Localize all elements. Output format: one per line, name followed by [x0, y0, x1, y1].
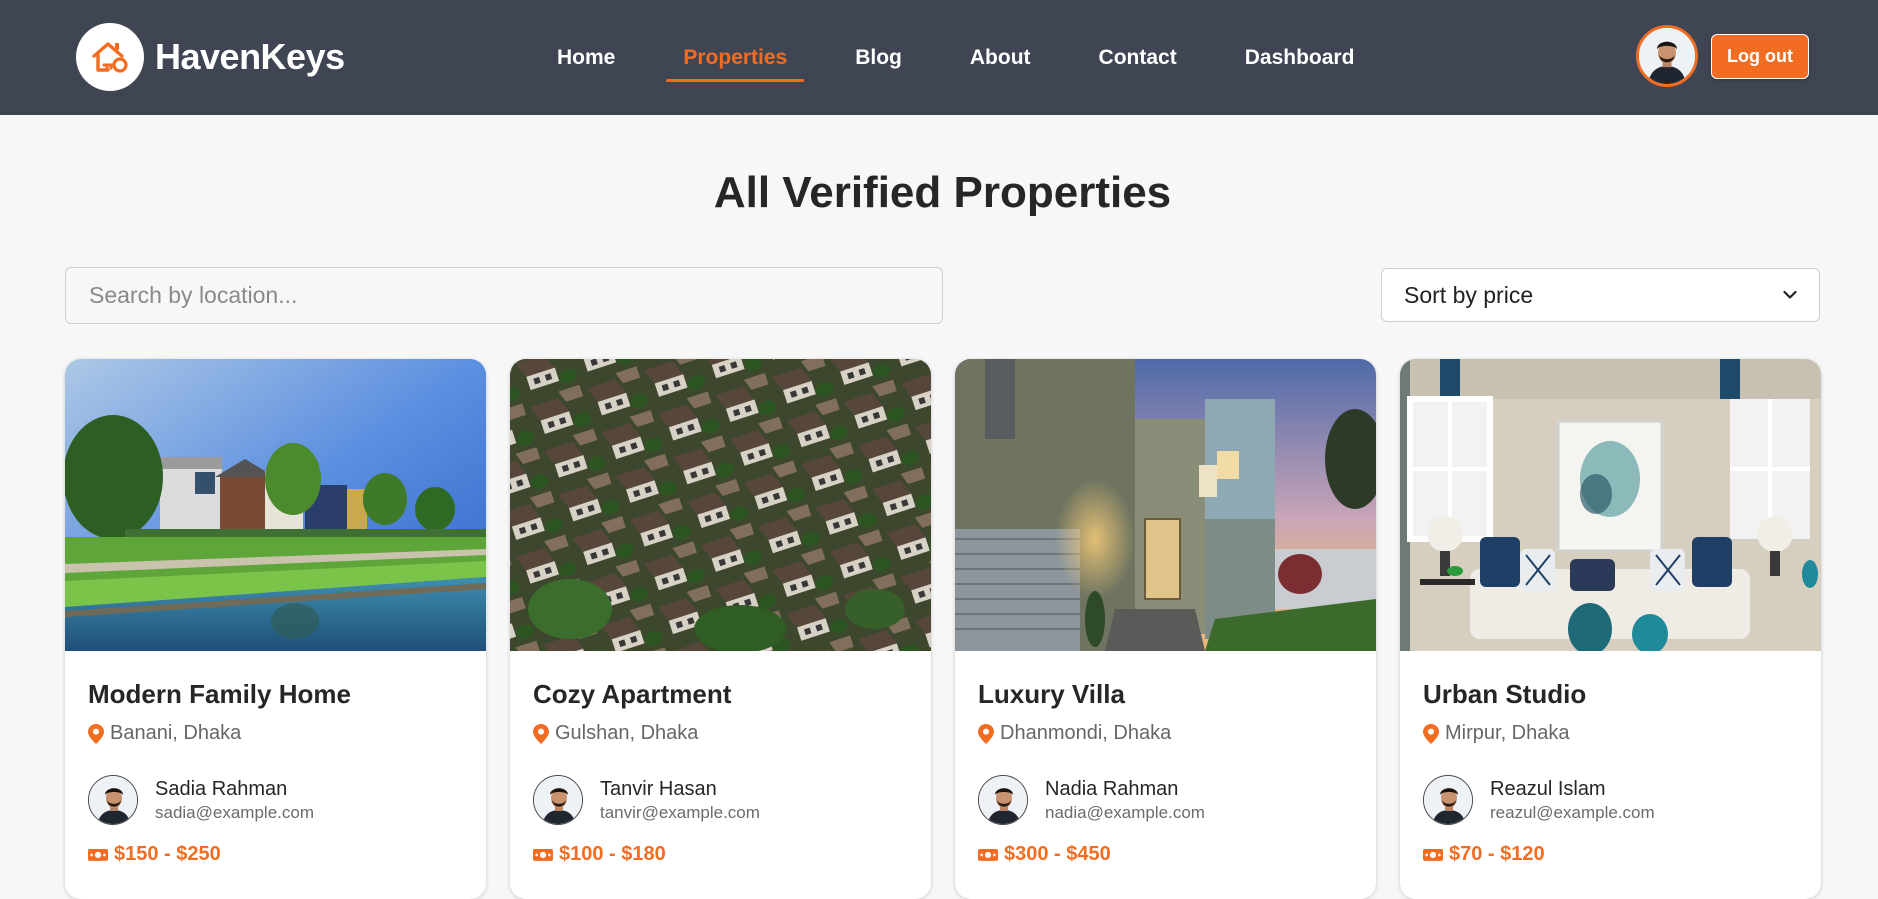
property-image [510, 359, 931, 651]
agent-avatar [88, 775, 138, 825]
cash-icon [533, 847, 553, 862]
agent-name: Sadia Rahman [155, 778, 288, 800]
property-location: Gulshan, Dhaka [533, 722, 698, 745]
property-title: Modern Family Home [88, 679, 351, 709]
price-range: $150 - $250 [88, 843, 221, 866]
nav-link-about[interactable]: About [953, 0, 1048, 115]
location-text: Mirpur, Dhaka [1445, 722, 1570, 744]
property-image [1400, 359, 1821, 651]
user-avatar[interactable] [1636, 25, 1698, 87]
property-card[interactable]: Luxury Villa Dhanmondi, Dhaka Nadia Rahm… [955, 359, 1376, 899]
chevron-down-icon [1783, 290, 1797, 299]
property-card[interactable]: Urban Studio Mirpur, Dhaka Reazul Islam … [1400, 359, 1821, 899]
logout-button[interactable]: Log out [1711, 34, 1809, 79]
property-card[interactable]: Modern Family Home Banani, Dhaka Sadia R… [65, 359, 486, 899]
price-range: $70 - $120 [1423, 843, 1545, 866]
price-range: $100 - $180 [533, 843, 666, 866]
agent-avatar [533, 775, 583, 825]
location-pin-icon [978, 724, 994, 744]
house-key-icon [76, 23, 144, 91]
agent-email: nadia@example.com [1045, 803, 1205, 822]
price-text: $70 - $120 [1449, 843, 1545, 865]
property-image [955, 359, 1376, 651]
nav-link-blog[interactable]: Blog [838, 0, 919, 115]
location-text: Banani, Dhaka [110, 722, 242, 744]
agent-avatar [978, 775, 1028, 825]
property-location: Mirpur, Dhaka [1423, 722, 1570, 745]
nav-link-properties[interactable]: Properties [666, 0, 805, 115]
price-text: $100 - $180 [559, 843, 666, 865]
price-text: $300 - $450 [1004, 843, 1111, 865]
sort-select[interactable]: Sort by price [1381, 268, 1820, 322]
property-image [65, 359, 486, 651]
brand-name: HavenKeys [155, 36, 345, 77]
property-grid: Modern Family Home Banani, Dhaka Sadia R… [65, 359, 1845, 899]
location-text: Gulshan, Dhaka [555, 722, 699, 744]
property-title: Cozy Apartment [533, 679, 732, 709]
location-text: Dhanmondi, Dhaka [1000, 722, 1172, 744]
price-text: $150 - $250 [114, 843, 221, 865]
location-pin-icon [88, 724, 104, 744]
cash-icon [978, 847, 998, 862]
main-nav: Home Properties Blog About Contact Dashb… [540, 0, 1405, 115]
navbar: HavenKeys Home Properties Blog About Con… [0, 0, 1878, 115]
cash-icon [1423, 847, 1443, 862]
brand[interactable]: HavenKeys [76, 23, 345, 91]
location-pin-icon [1423, 724, 1439, 744]
agent-name: Tanvir Hasan [600, 778, 717, 800]
agent-info: Nadia Rahman nadia@example.com [978, 775, 1205, 825]
property-title: Luxury Villa [978, 679, 1125, 709]
nav-link-dashboard[interactable]: Dashboard [1228, 0, 1372, 115]
property-title: Urban Studio [1423, 679, 1587, 709]
cash-icon [88, 847, 108, 862]
agent-info: Reazul Islam reazul@example.com [1423, 775, 1655, 825]
page-title: All Verified Properties [713, 168, 1172, 217]
agent-email: reazul@example.com [1490, 803, 1655, 822]
sort-select-label: Sort by price [1404, 281, 1534, 308]
property-card[interactable]: Cozy Apartment Gulshan, Dhaka Tanvir Has… [510, 359, 931, 899]
agent-name: Nadia Rahman [1045, 778, 1179, 800]
search-input[interactable] [65, 267, 943, 324]
nav-link-home[interactable]: Home [540, 0, 632, 115]
agent-name: Reazul Islam [1490, 778, 1606, 800]
agent-avatar [1423, 775, 1473, 825]
property-location: Dhanmondi, Dhaka [978, 722, 1171, 745]
property-location: Banani, Dhaka [88, 722, 241, 745]
location-pin-icon [533, 724, 549, 744]
nav-link-contact[interactable]: Contact [1082, 0, 1194, 115]
agent-info: Tanvir Hasan tanvir@example.com [533, 775, 760, 825]
agent-email: tanvir@example.com [600, 803, 760, 822]
price-range: $300 - $450 [978, 843, 1111, 866]
agent-email: sadia@example.com [155, 803, 314, 822]
agent-info: Sadia Rahman sadia@example.com [88, 775, 314, 825]
